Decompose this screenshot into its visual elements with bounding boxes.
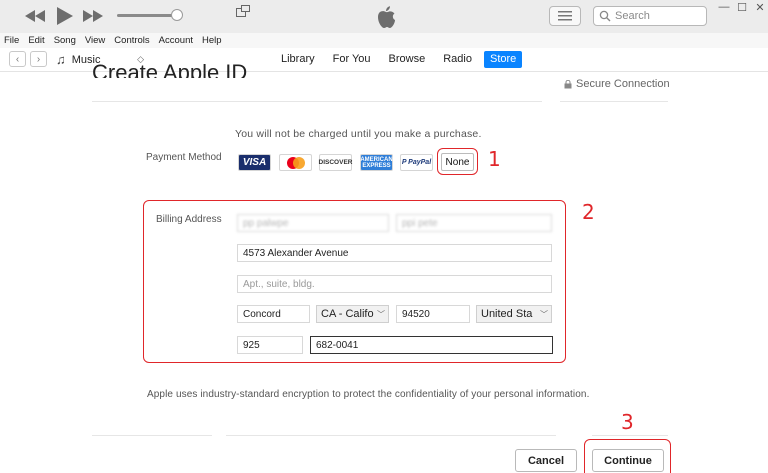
state-select[interactable]: CA - Califo ﹀: [316, 305, 389, 323]
phone-field[interactable]: 682-0041: [310, 336, 553, 354]
fast-forward-icon[interactable]: [82, 6, 104, 26]
zip-field[interactable]: 94520: [396, 305, 470, 323]
search-field[interactable]: Search: [593, 6, 707, 26]
discover-option[interactable]: DISCOVER: [319, 154, 352, 171]
chevron-down-icon: ﹀: [375, 309, 385, 320]
annotation-box-3: [584, 439, 671, 473]
annotation-number-1: 1: [488, 147, 501, 171]
visa-option[interactable]: VISA: [238, 154, 271, 171]
state-value: CA - Califo: [321, 308, 374, 320]
menu-controls[interactable]: Controls: [114, 35, 149, 46]
tab-browse[interactable]: Browse: [383, 51, 432, 68]
search-icon: [599, 10, 611, 22]
charge-note: You will not be charged until you make a…: [235, 128, 482, 140]
cancel-button[interactable]: Cancel: [515, 449, 577, 472]
page-title: Create Apple ID: [92, 60, 248, 78]
divider: [592, 435, 668, 436]
secure-connection-label: Secure Connection: [576, 78, 670, 90]
country-value: United Sta: [481, 308, 533, 320]
rewind-icon[interactable]: [24, 6, 46, 26]
encryption-disclaimer: Apple uses industry-standard encryption …: [147, 389, 590, 400]
menu-help[interactable]: Help: [202, 35, 222, 46]
mastercard-icon: [286, 156, 305, 169]
divider: [92, 101, 542, 102]
title-bar: Search — ☐ ✕: [0, 0, 768, 33]
chevron-down-icon: ﹀: [538, 309, 548, 320]
first-name-field[interactable]: pp palwpe: [237, 214, 389, 232]
area-code-field[interactable]: 925: [237, 336, 303, 354]
street-field[interactable]: 4573 Alexander Avenue: [237, 244, 552, 262]
chevron-left-icon: ‹: [15, 53, 20, 65]
last-name-field[interactable]: ppi pete: [396, 214, 552, 232]
mastercard-option[interactable]: [279, 154, 312, 171]
annotation-box-1: [437, 148, 478, 175]
divider: [92, 435, 212, 436]
divider: [560, 101, 668, 102]
menu-view[interactable]: View: [85, 35, 105, 46]
tab-library[interactable]: Library: [275, 51, 321, 68]
menu-edit[interactable]: Edit: [28, 35, 44, 46]
billing-address-label: Billing Address: [156, 214, 222, 225]
menu-account[interactable]: Account: [159, 35, 193, 46]
music-note-icon: ♫: [56, 52, 66, 67]
country-select[interactable]: United Sta ﹀: [476, 305, 552, 323]
apple-logo-icon: [375, 5, 397, 29]
nav-tabs: Library For You Browse Radio Store: [275, 51, 528, 68]
tab-radio[interactable]: Radio: [437, 51, 478, 68]
annotation-number-2: 2: [582, 200, 595, 224]
apt-field[interactable]: Apt., suite, bldg.: [237, 275, 552, 293]
search-placeholder: Search: [615, 10, 650, 22]
volume-knob[interactable]: [171, 9, 183, 21]
up-next-button[interactable]: [549, 6, 581, 26]
play-icon[interactable]: [55, 6, 75, 26]
menu-song[interactable]: Song: [54, 35, 76, 46]
menu-bar: File Edit Song View Controls Account Hel…: [0, 33, 768, 48]
back-button[interactable]: ‹: [9, 51, 26, 67]
tab-for-you[interactable]: For You: [327, 51, 377, 68]
paypal-option[interactable]: P PayPal: [400, 154, 433, 171]
amex-option[interactable]: AMERICAN EXPRESS: [360, 154, 393, 171]
annotation-number-3: 3: [621, 410, 634, 434]
payment-method-label: Payment Method: [146, 152, 222, 163]
city-field[interactable]: Concord: [237, 305, 310, 323]
close-button[interactable]: ✕: [749, 0, 768, 14]
list-icon: [558, 11, 572, 21]
secure-connection: Secure Connection: [564, 78, 670, 90]
lock-icon: [564, 79, 572, 88]
tab-store[interactable]: Store: [483, 51, 523, 68]
miniplayer-icon[interactable]: [236, 4, 250, 17]
volume-slider[interactable]: [117, 14, 179, 17]
divider: [226, 435, 556, 436]
chevron-right-icon: ›: [36, 53, 41, 65]
forward-button[interactable]: ›: [30, 51, 47, 67]
menu-file[interactable]: File: [4, 35, 19, 46]
